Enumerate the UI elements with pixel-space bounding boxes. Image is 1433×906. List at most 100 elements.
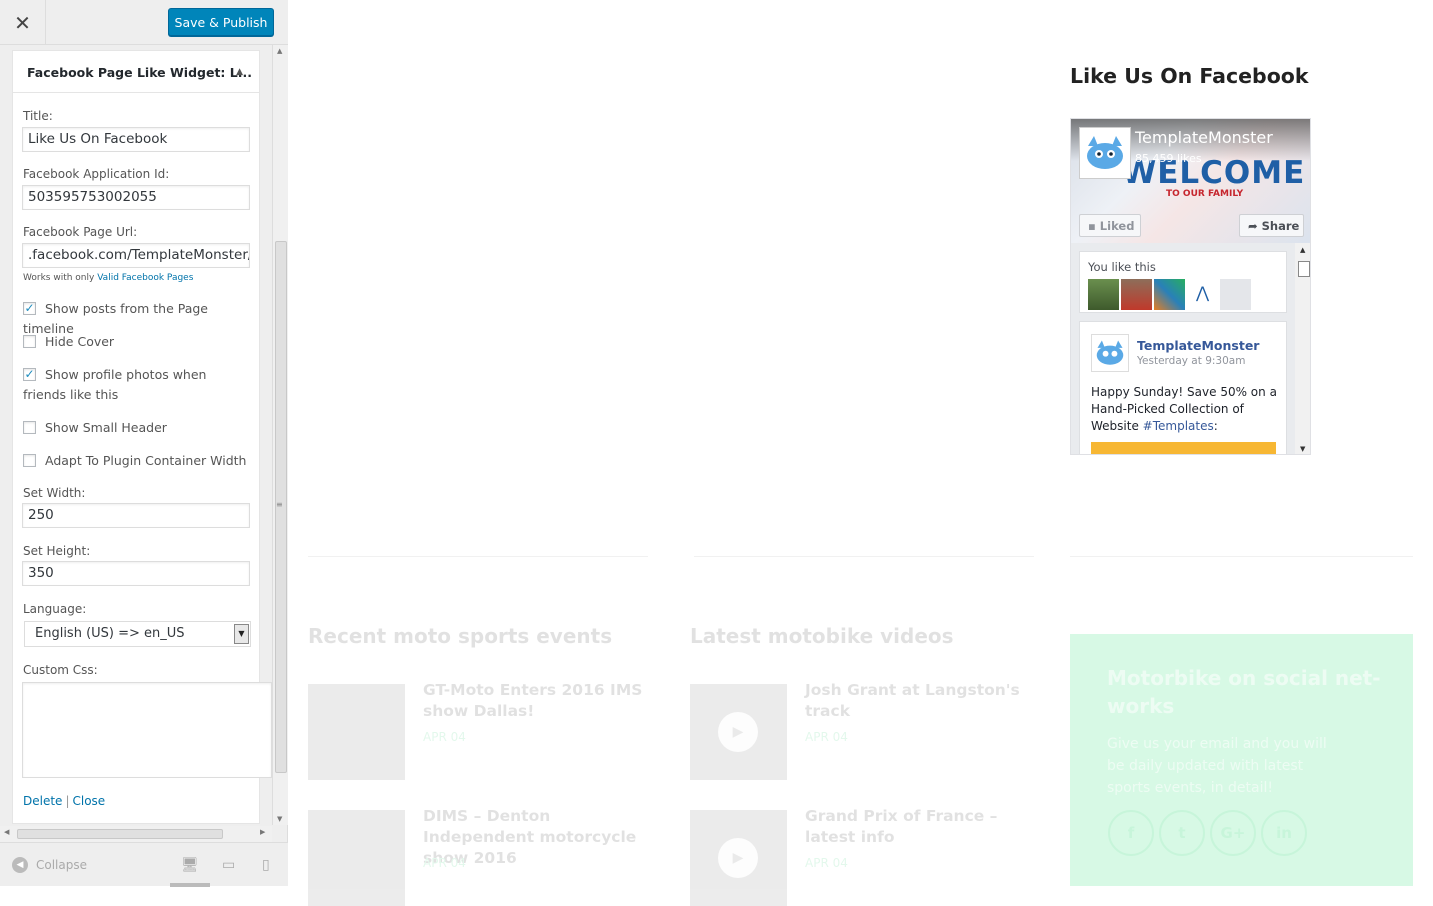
checkbox-small-header[interactable]: Show Small Header bbox=[23, 418, 251, 438]
event-date: APR 04 bbox=[423, 856, 466, 870]
checkbox-unchecked[interactable] bbox=[23, 335, 36, 348]
videos-title: Latest motobike videos bbox=[690, 624, 954, 648]
appid-input[interactable]: 503595753002055 bbox=[22, 185, 250, 210]
video-date: APR 04 bbox=[805, 856, 848, 870]
checkbox-label: Show posts from the Page timeline bbox=[23, 301, 208, 336]
post-avatar[interactable] bbox=[1091, 334, 1129, 372]
checkbox-adapt-width[interactable]: Adapt To Plugin Container Width bbox=[23, 451, 251, 471]
friend-avatar[interactable] bbox=[1154, 279, 1185, 310]
post-hashtag[interactable]: #Templates bbox=[1143, 419, 1214, 433]
friend-avatar[interactable]: ⋀ bbox=[1187, 279, 1218, 310]
video-title[interactable]: Grand Prix of France – latest info bbox=[805, 806, 1030, 848]
video-title[interactable]: Josh Grant at Langston's track bbox=[805, 680, 1030, 722]
horizontal-scrollbar[interactable]: ◀ ▶ bbox=[0, 826, 272, 842]
promo-title: Motorbike on social net-works bbox=[1107, 666, 1381, 718]
checkbox-unchecked[interactable] bbox=[23, 421, 36, 434]
chevron-down-icon[interactable]: ▼ bbox=[234, 624, 249, 644]
scroll-down-icon[interactable]: ▼ bbox=[277, 815, 282, 823]
page-url-label: Facebook Page Url: bbox=[23, 225, 138, 239]
scroll-left-icon[interactable]: ◀ bbox=[4, 828, 9, 836]
widget-header[interactable]: Facebook Page Like Widget: L... ▲ bbox=[13, 51, 259, 93]
fb-scrollbar[interactable]: ▲ ▼ bbox=[1295, 243, 1310, 454]
save-publish-button[interactable]: Save & Publish bbox=[168, 8, 274, 36]
scrollbar-thumb[interactable] bbox=[1298, 261, 1310, 277]
promo-text: Give us your email and you will be daily… bbox=[1107, 736, 1327, 796]
custom-css-label: Custom Css: bbox=[23, 663, 98, 677]
share-button[interactable]: ➦ Share bbox=[1239, 214, 1304, 237]
post-tail: : bbox=[1213, 419, 1218, 433]
scroll-up-icon[interactable]: ▲ bbox=[277, 47, 282, 55]
delete-link[interactable]: Delete bbox=[23, 794, 62, 808]
scroll-right-icon[interactable]: ▶ bbox=[260, 828, 265, 836]
collapse-button[interactable]: ◀ Collapse bbox=[12, 857, 87, 873]
page-url-input[interactable]: .facebook.com/TemplateMonster/ bbox=[22, 243, 250, 268]
friend-avatar[interactable] bbox=[1220, 279, 1251, 310]
valid-pages-link[interactable]: Valid Facebook Pages bbox=[97, 273, 193, 283]
scrollbar-thumb[interactable] bbox=[17, 829, 223, 839]
checkbox-show-faces[interactable]: ✓ Show profile photos when friends like t… bbox=[23, 365, 251, 405]
divider bbox=[694, 556, 1034, 557]
active-device-indicator bbox=[170, 883, 210, 887]
page-name[interactable]: TemplateMonster bbox=[1135, 128, 1273, 147]
google-plus-icon[interactable]: G+ bbox=[1210, 810, 1256, 856]
page-logo[interactable] bbox=[1079, 127, 1131, 179]
video-thumbnail[interactable]: ▶ bbox=[690, 684, 787, 780]
close-link[interactable]: Close bbox=[72, 794, 105, 808]
width-label: Set Width: bbox=[23, 486, 86, 500]
language-label: Language: bbox=[23, 602, 87, 616]
play-icon[interactable]: ▶ bbox=[718, 712, 758, 752]
linkedin-icon[interactable]: in bbox=[1261, 810, 1307, 856]
collapse-arrow-icon: ◀ bbox=[12, 857, 28, 873]
language-select[interactable]: English (US) => en_US ▼ bbox=[24, 621, 251, 647]
checkbox-checked[interactable]: ✓ bbox=[23, 368, 36, 381]
liked-button[interactable]: ▪ Liked bbox=[1079, 214, 1141, 237]
twitter-icon[interactable]: t bbox=[1159, 810, 1205, 856]
event-thumbnail[interactable] bbox=[308, 810, 405, 906]
checkbox-label: Hide Cover bbox=[45, 334, 115, 349]
close-icon[interactable]: ✕ bbox=[0, 0, 46, 45]
video-date: APR 04 bbox=[805, 730, 848, 744]
mobile-icon[interactable]: ▯ bbox=[262, 857, 270, 873]
desktop-icon[interactable]: 🖥 bbox=[181, 857, 199, 873]
post-image[interactable] bbox=[1091, 442, 1276, 454]
height-input[interactable]: 350 bbox=[22, 561, 250, 586]
collapse-arrow-icon[interactable]: ▲ bbox=[236, 67, 243, 77]
scroll-down-icon[interactable]: ▼ bbox=[1300, 445, 1305, 453]
event-thumbnail[interactable] bbox=[308, 684, 405, 780]
you-like-text: You like this bbox=[1088, 260, 1156, 274]
customizer-footer: ◀ Collapse 🖥 ▭ ▯ bbox=[0, 842, 288, 887]
friend-avatar[interactable] bbox=[1088, 279, 1119, 310]
divider bbox=[1070, 556, 1413, 557]
cover-sub-text: TO OUR FAMILY bbox=[1166, 189, 1244, 199]
widget-title: Facebook Page Like Widget: L... bbox=[27, 65, 252, 80]
collapse-label: Collapse bbox=[36, 858, 87, 872]
share-icon: ➦ bbox=[1248, 218, 1258, 233]
friends-like-box: You like this ⋀ bbox=[1079, 251, 1287, 313]
checkbox-unchecked[interactable] bbox=[23, 454, 36, 467]
facebook-icon[interactable]: f bbox=[1108, 810, 1154, 856]
checkbox-checked[interactable]: ✓ bbox=[23, 302, 36, 315]
customizer-sidebar: ✕ Save & Publish Facebook Page Like Widg… bbox=[0, 0, 288, 887]
post-text: Happy Sunday! Save 50% on a Hand-Picked … bbox=[1091, 384, 1281, 435]
share-label: Share bbox=[1261, 218, 1300, 233]
vertical-scrollbar[interactable]: ▲ ≡ ▼ bbox=[272, 45, 288, 825]
title-input[interactable]: Like Us On Facebook bbox=[22, 127, 250, 152]
event-title[interactable]: GT-Moto Enters 2016 IMS show Dallas! bbox=[423, 680, 648, 722]
post-time[interactable]: Yesterday at 9:30am bbox=[1137, 355, 1245, 367]
checkbox-label: Adapt To Plugin Container Width bbox=[45, 453, 247, 468]
liked-label: Liked bbox=[1099, 218, 1135, 233]
play-icon[interactable]: ▶ bbox=[718, 838, 758, 878]
tablet-icon[interactable]: ▭ bbox=[222, 857, 235, 873]
custom-css-textarea[interactable] bbox=[22, 682, 272, 778]
site-preview: Like Us On Facebook WELCOME TO OUR FAMIL… bbox=[289, 0, 1433, 906]
hint-text: Works with only bbox=[23, 273, 95, 283]
video-thumbnail[interactable]: ▶ bbox=[690, 810, 787, 906]
title-label: Title: bbox=[23, 109, 53, 123]
checkbox-hide-cover[interactable]: Hide Cover bbox=[23, 332, 251, 352]
checkbox-label: Show profile photos when friends like th… bbox=[23, 367, 207, 402]
fb-cover-photo[interactable]: WELCOME TO OUR FAMILY TemplateMonster 85… bbox=[1071, 119, 1310, 243]
friend-avatar[interactable] bbox=[1121, 279, 1152, 310]
width-input[interactable]: 250 bbox=[22, 503, 250, 528]
scroll-up-icon[interactable]: ▲ bbox=[1300, 246, 1305, 254]
post-author[interactable]: TemplateMonster bbox=[1137, 338, 1259, 353]
